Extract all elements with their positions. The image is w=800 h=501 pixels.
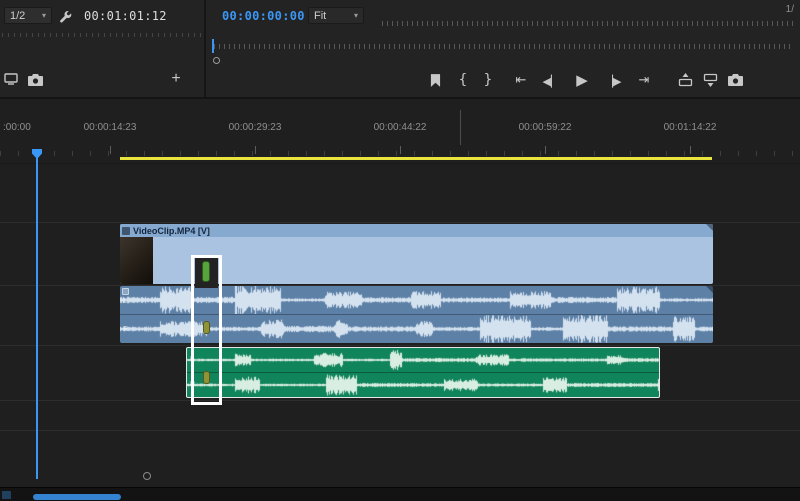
bottom-scrollbar-track: [0, 487, 800, 501]
ruler-minor-ticks: [0, 151, 796, 156]
ruler-bottom-line: [0, 163, 800, 164]
clip-corner-notch: [706, 286, 713, 293]
track-line: [0, 222, 800, 223]
zoom-scroll-handle[interactable]: [213, 57, 220, 64]
add-button[interactable]: +: [168, 70, 184, 88]
play-button[interactable]: ▶: [574, 72, 590, 89]
track-line: [0, 345, 800, 346]
source-timecode[interactable]: 00:01:01:12: [84, 9, 167, 23]
ruler-label: :00:00: [3, 122, 31, 133]
source-zoom-ruler[interactable]: [2, 33, 202, 37]
ruler-label: 00:00:59:22: [519, 122, 572, 133]
scrollbar-corner-chip: [2, 491, 11, 499]
program-zoom-ruler[interactable]: [214, 44, 794, 49]
premiere-timeline-window: 1/2 ▾ 00:01:01:12 + 00:00:00:00 Fit ▾ 1/: [0, 0, 800, 501]
ruler-label: 00:00:44:22: [374, 122, 427, 133]
step-back-button[interactable]: ◀▏: [542, 74, 560, 88]
camera-icon[interactable]: [27, 73, 43, 86]
program-timecode[interactable]: 00:00:00:00: [222, 9, 305, 23]
clip-corner-notch: [706, 224, 713, 231]
program-mini-playhead[interactable]: [212, 39, 214, 53]
track-line: [0, 430, 800, 431]
ruler-mark: [460, 110, 461, 145]
program-monitor-panel: 00:00:00:00 Fit ▾ 1/ { } ⇤ ◀▏ ▶ ▕▶ ⇥: [206, 0, 800, 97]
horizontal-scrollbar-thumb[interactable]: [33, 494, 121, 500]
ruler-label: 00:00:14:23: [84, 122, 137, 133]
mark-in-button[interactable]: {: [456, 72, 470, 88]
add-marker-icon[interactable]: [428, 73, 442, 88]
go-to-out-button[interactable]: ⇥: [636, 73, 652, 88]
ruler-label: 00:01:14:22: [664, 122, 717, 133]
video-thumbnail: [120, 237, 153, 284]
mark-out-button[interactable]: }: [481, 72, 495, 88]
waveform-canvas: [187, 373, 659, 397]
playhead-line[interactable]: [36, 151, 38, 479]
timeline-panel: :00:00 00:00:14:23 00:00:29:23 00:00:44:…: [0, 99, 800, 487]
annotation-highlight-box: [191, 255, 222, 405]
render-bar: [120, 157, 712, 160]
timeline-ruler[interactable]: :00:00 00:00:14:23 00:00:29:23 00:00:44:…: [0, 99, 800, 163]
horizontal-scroll-handle[interactable]: [143, 472, 151, 480]
go-to-in-button[interactable]: ⇤: [513, 73, 529, 88]
source-zoom-value: 1/2: [10, 10, 25, 22]
fx-badge-icon: [122, 227, 130, 235]
video-clip-header: VideoClip.MP4 [V]: [120, 224, 713, 237]
ruler-label: 00:00:29:23: [229, 122, 282, 133]
program-fit-select[interactable]: Fit ▾: [308, 7, 364, 24]
settings-wrench-icon[interactable]: [57, 8, 73, 24]
track-line: [0, 400, 800, 401]
audio-channel-right-label: R: [123, 326, 128, 333]
source-zoom-select[interactable]: 1/2 ▾: [4, 7, 52, 24]
audio-channel-left-label: L: [123, 298, 127, 305]
step-forward-button[interactable]: ▕▶: [604, 74, 622, 88]
waveform-canvas: [187, 348, 659, 372]
program-ruler-label: 1/: [786, 4, 794, 15]
program-top-ruler[interactable]: [382, 21, 794, 26]
lift-icon[interactable]: [677, 72, 693, 87]
chevron-down-icon: ▾: [42, 11, 46, 20]
video-clip-label: VideoClip.MP4 [V]: [133, 226, 210, 236]
program-fit-value: Fit: [314, 10, 326, 22]
chevron-down-icon: ▾: [354, 11, 358, 20]
monitor-icon[interactable]: [3, 72, 19, 86]
extract-icon[interactable]: [702, 72, 718, 87]
export-frame-camera-icon[interactable]: [727, 73, 743, 86]
music-clip[interactable]: L R: [186, 347, 660, 398]
source-monitor-panel: 1/2 ▾ 00:01:01:12 +: [0, 0, 204, 97]
